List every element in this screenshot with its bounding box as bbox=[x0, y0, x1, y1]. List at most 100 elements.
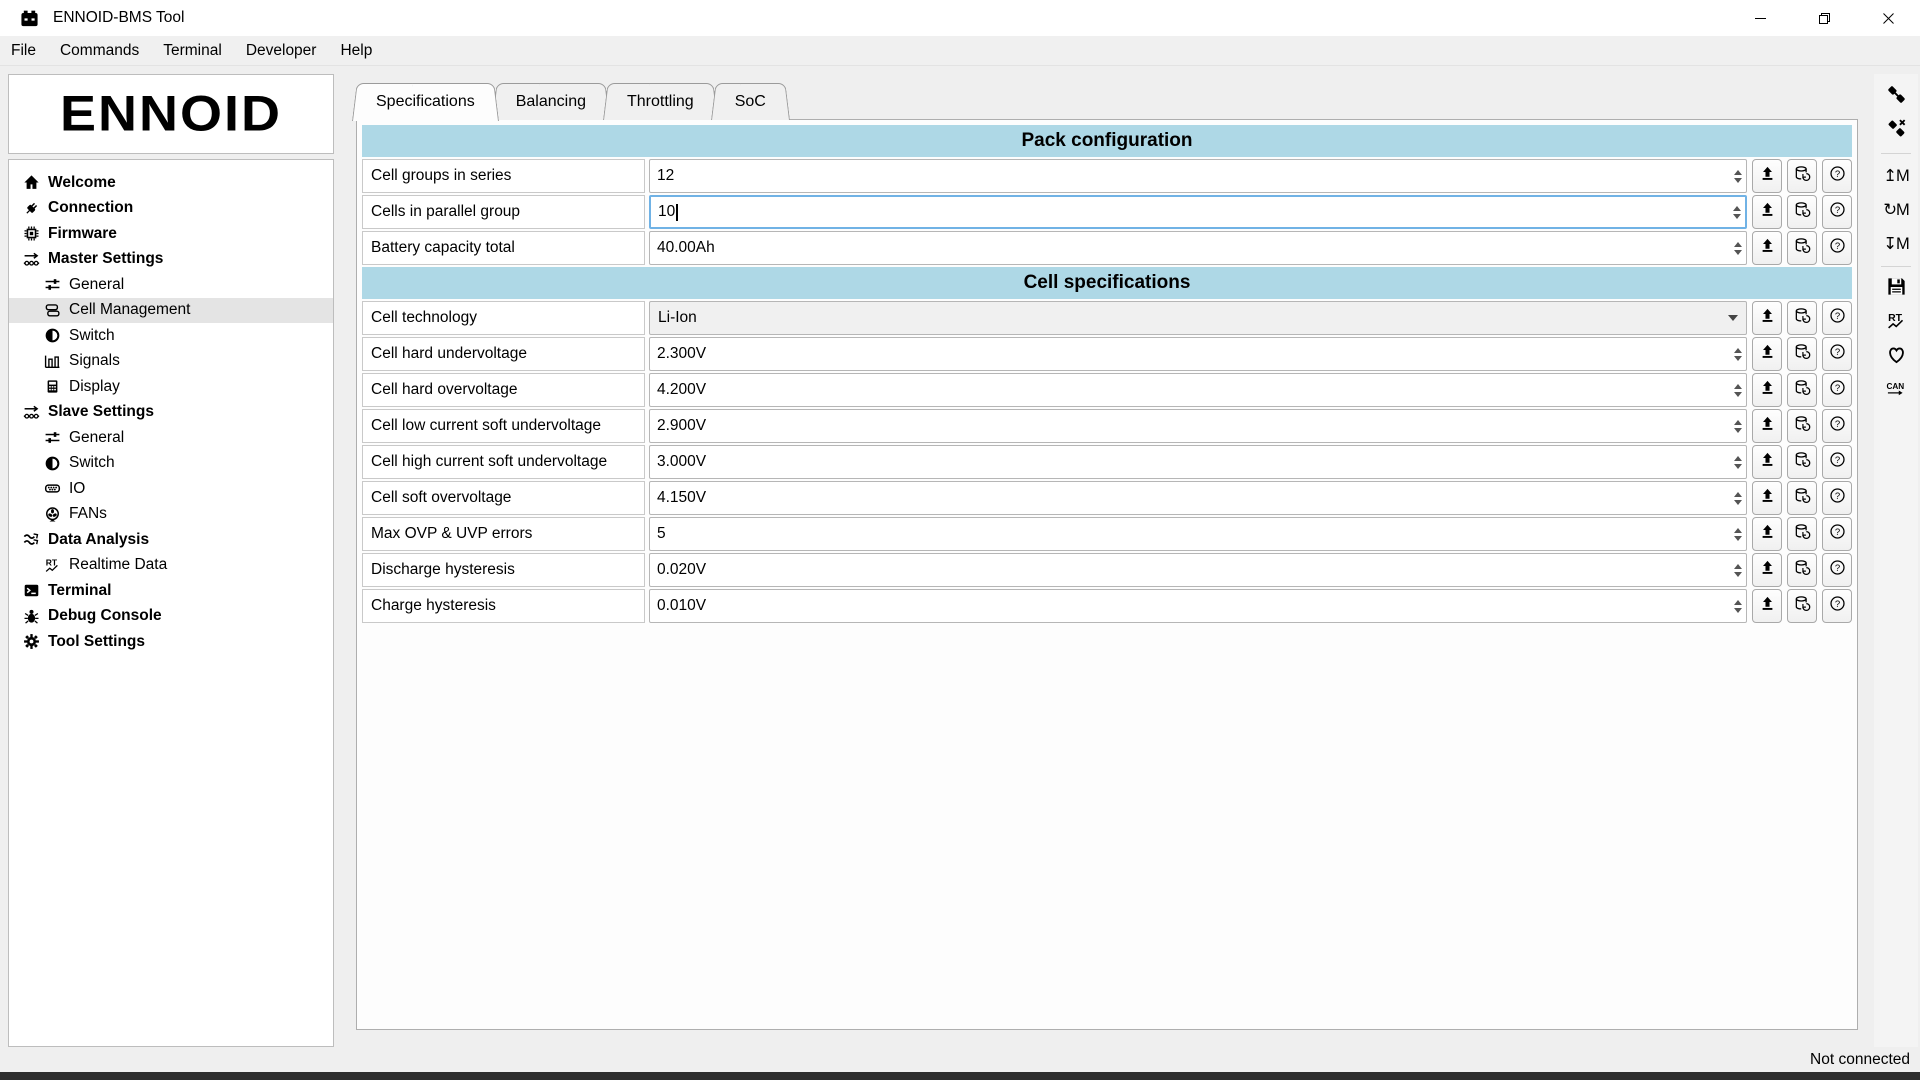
spinner-arrows[interactable] bbox=[1730, 410, 1746, 442]
sidebar-item-firmware[interactable]: Firmware bbox=[9, 221, 333, 247]
cell-high-current-soft-undervoltage-input[interactable]: 3.000V bbox=[649, 445, 1747, 479]
spin-up-icon[interactable] bbox=[1734, 170, 1742, 175]
help-button[interactable]: ? bbox=[1822, 337, 1852, 371]
tab-soc[interactable]: SoC bbox=[711, 83, 790, 120]
minimize-button[interactable] bbox=[1728, 0, 1792, 36]
sidebar-item-io[interactable]: IO bbox=[9, 476, 333, 502]
sidebar-item-connection[interactable]: Connection bbox=[9, 196, 333, 222]
cell-hard-overvoltage-input[interactable]: 4.200V bbox=[649, 373, 1747, 407]
sidebar-item-data-analysis[interactable]: Data Analysis bbox=[9, 527, 333, 553]
spinner-arrows[interactable] bbox=[1730, 232, 1746, 264]
help-button[interactable]: ? bbox=[1822, 445, 1852, 479]
spinner-arrows[interactable] bbox=[1730, 374, 1746, 406]
favorite-button[interactable] bbox=[1874, 340, 1918, 374]
restore-value-button[interactable] bbox=[1787, 195, 1817, 229]
restore-value-button[interactable] bbox=[1787, 373, 1817, 407]
write-to-bms-button[interactable] bbox=[1752, 373, 1782, 407]
sidebar-item-signals[interactable]: Signals bbox=[9, 349, 333, 375]
close-button[interactable] bbox=[1856, 0, 1920, 36]
realtime-button[interactable]: RT bbox=[1874, 306, 1918, 340]
spinner-arrows[interactable] bbox=[1730, 554, 1746, 586]
can-scan-button[interactable]: CAN bbox=[1874, 374, 1918, 408]
sidebar-item-debug-console[interactable]: Debug Console bbox=[9, 604, 333, 630]
menu-item-terminal[interactable]: Terminal bbox=[151, 36, 234, 65]
restore-value-button[interactable] bbox=[1787, 589, 1817, 623]
help-button[interactable]: ? bbox=[1822, 301, 1852, 335]
disconnect-button[interactable] bbox=[1874, 114, 1918, 148]
max-ovp-uvp-errors-input[interactable]: 5 bbox=[649, 517, 1747, 551]
tab-specifications[interactable]: Specifications bbox=[352, 83, 499, 121]
sidebar-item-realtime-data[interactable]: RTRealtime Data bbox=[9, 553, 333, 579]
spin-down-icon[interactable] bbox=[1734, 428, 1742, 433]
help-button[interactable]: ? bbox=[1822, 195, 1852, 229]
menu-item-commands[interactable]: Commands bbox=[48, 36, 151, 65]
write-to-bms-button[interactable] bbox=[1752, 301, 1782, 335]
cell-groups-in-series-input[interactable]: 12 bbox=[649, 159, 1747, 193]
write-to-bms-button[interactable] bbox=[1752, 159, 1782, 193]
sidebar-item-general[interactable]: General bbox=[9, 272, 333, 298]
spin-up-icon[interactable] bbox=[1733, 206, 1741, 211]
cell-technology-select[interactable]: Li-Ion bbox=[649, 301, 1747, 335]
spinner-arrows[interactable] bbox=[1730, 590, 1746, 622]
sidebar-item-cell-management[interactable]: Cell Management bbox=[9, 298, 333, 324]
menu-item-developer[interactable]: Developer bbox=[234, 36, 329, 65]
write-to-bms-button[interactable] bbox=[1752, 409, 1782, 443]
restore-value-button[interactable] bbox=[1787, 553, 1817, 587]
help-button[interactable]: ? bbox=[1822, 589, 1852, 623]
read-master-button[interactable]: ↧M bbox=[1874, 227, 1918, 261]
sidebar-item-slave-settings[interactable]: Slave Settings bbox=[9, 400, 333, 426]
save-button[interactable] bbox=[1874, 272, 1918, 306]
restore-value-button[interactable] bbox=[1787, 159, 1817, 193]
spin-up-icon[interactable] bbox=[1734, 564, 1742, 569]
sidebar-item-general[interactable]: General bbox=[9, 425, 333, 451]
spinner-arrows[interactable] bbox=[1730, 446, 1746, 478]
help-button[interactable]: ? bbox=[1822, 231, 1852, 265]
write-to-bms-button[interactable] bbox=[1752, 195, 1782, 229]
write-to-bms-button[interactable] bbox=[1752, 553, 1782, 587]
restore-value-button[interactable] bbox=[1787, 481, 1817, 515]
sidebar-item-terminal[interactable]: Terminal bbox=[9, 578, 333, 604]
sidebar-item-welcome[interactable]: Welcome bbox=[9, 170, 333, 196]
cell-soft-overvoltage-input[interactable]: 4.150V bbox=[649, 481, 1747, 515]
spin-down-icon[interactable] bbox=[1734, 500, 1742, 505]
spin-down-icon[interactable] bbox=[1733, 214, 1741, 219]
spinner-arrows[interactable] bbox=[1730, 338, 1746, 370]
spin-up-icon[interactable] bbox=[1734, 348, 1742, 353]
sidebar-item-master-settings[interactable]: Master Settings bbox=[9, 247, 333, 273]
write-to-bms-button[interactable] bbox=[1752, 445, 1782, 479]
help-button[interactable]: ? bbox=[1822, 409, 1852, 443]
spin-up-icon[interactable] bbox=[1734, 492, 1742, 497]
sidebar-item-fans[interactable]: FANs bbox=[9, 502, 333, 528]
restore-value-button[interactable] bbox=[1787, 409, 1817, 443]
spin-down-icon[interactable] bbox=[1734, 250, 1742, 255]
spin-down-icon[interactable] bbox=[1734, 356, 1742, 361]
restore-button[interactable] bbox=[1792, 0, 1856, 36]
help-button[interactable]: ? bbox=[1822, 517, 1852, 551]
restore-value-button[interactable] bbox=[1787, 445, 1817, 479]
spin-down-icon[interactable] bbox=[1734, 178, 1742, 183]
sidebar-item-display[interactable]: Display bbox=[9, 374, 333, 400]
spinner-arrows[interactable] bbox=[1730, 518, 1746, 550]
menu-item-help[interactable]: Help bbox=[328, 36, 384, 65]
write-to-bms-button[interactable] bbox=[1752, 481, 1782, 515]
spin-down-icon[interactable] bbox=[1734, 464, 1742, 469]
write-master-button[interactable]: ↥M bbox=[1874, 159, 1918, 193]
spin-down-icon[interactable] bbox=[1734, 608, 1742, 613]
spinner-arrows[interactable] bbox=[1730, 160, 1746, 192]
write-to-bms-button[interactable] bbox=[1752, 337, 1782, 371]
help-button[interactable]: ? bbox=[1822, 159, 1852, 193]
sidebar-item-switch[interactable]: Switch bbox=[9, 451, 333, 477]
restore-value-button[interactable] bbox=[1787, 231, 1817, 265]
write-to-bms-button[interactable] bbox=[1752, 589, 1782, 623]
spin-up-icon[interactable] bbox=[1734, 242, 1742, 247]
restore-value-button[interactable] bbox=[1787, 301, 1817, 335]
menu-item-file[interactable]: File bbox=[0, 36, 48, 65]
cell-hard-undervoltage-input[interactable]: 2.300V bbox=[649, 337, 1747, 371]
cell-low-current-soft-undervoltage-input[interactable]: 2.900V bbox=[649, 409, 1747, 443]
reload-master-button[interactable]: ↻M bbox=[1874, 193, 1918, 227]
help-button[interactable]: ? bbox=[1822, 373, 1852, 407]
spin-up-icon[interactable] bbox=[1734, 528, 1742, 533]
cells-in-parallel-group-input[interactable]: 10 bbox=[649, 195, 1747, 229]
sidebar-item-tool-settings[interactable]: Tool Settings bbox=[9, 629, 333, 655]
spin-up-icon[interactable] bbox=[1734, 384, 1742, 389]
